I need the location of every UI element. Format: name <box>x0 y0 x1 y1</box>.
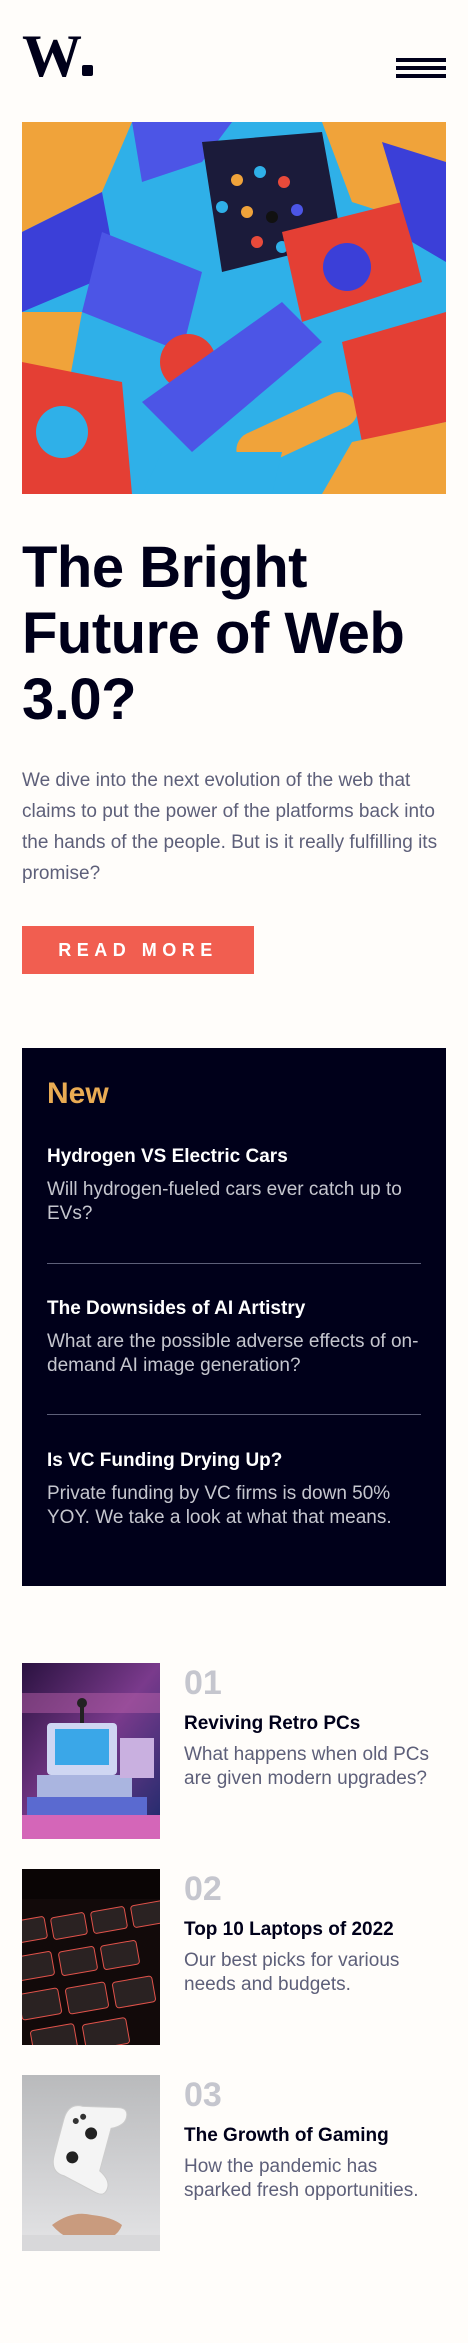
article-number: 02 <box>184 1870 222 1908</box>
hero-description: We dive into the next evolution of the w… <box>22 770 438 884</box>
article-body: 03 The Growth of Gaming How the pandemic… <box>184 2075 446 2203</box>
new-item: The Downsides of AI Artistry What are th… <box>47 1296 421 1378</box>
hero-image <box>22 122 446 494</box>
site-header: W <box>22 26 446 86</box>
read-more-button[interactable]: READ MORE <box>22 926 254 974</box>
article-text: What happens when old PCs are given mode… <box>184 1744 430 1789</box>
article-card: 01 Reviving Retro PCs What happens when … <box>22 1663 446 1839</box>
new-item-text: Will hydrogen-fueled cars ever catch up … <box>47 1179 402 1224</box>
article-image[interactable] <box>22 1869 160 2045</box>
article-text: Our best picks for various needs and bud… <box>184 1950 400 1995</box>
article-title[interactable]: The Growth of Gaming <box>184 2123 446 2149</box>
logo-dot <box>82 65 93 76</box>
game-controller-image <box>22 2075 160 2251</box>
logo[interactable]: W <box>22 26 93 86</box>
new-item-title[interactable]: The Downsides of AI Artistry <box>47 1296 421 1322</box>
article-title[interactable]: Reviving Retro PCs <box>184 1711 446 1737</box>
new-item-title[interactable]: Is VC Funding Drying Up? <box>47 1448 421 1474</box>
menu-bar <box>396 58 446 62</box>
article-image[interactable] <box>22 2075 160 2251</box>
article-card: 03 The Growth of Gaming How the pandemic… <box>22 2075 446 2251</box>
menu-bar <box>396 74 446 78</box>
article-image[interactable] <box>22 1663 160 1839</box>
hero-title: The Bright Future of Web 3.0? <box>22 535 405 732</box>
retro-pc-image <box>22 1663 160 1839</box>
logo-text: W <box>22 23 82 89</box>
new-item: Hydrogen VS Electric Cars Will hydrogen-… <box>47 1144 421 1226</box>
new-articles-panel: New Hydrogen VS Electric Cars Will hydro… <box>22 1048 446 1586</box>
divider <box>47 1263 421 1264</box>
article-number: 01 <box>184 1664 222 1702</box>
article-body: 02 Top 10 Laptops of 2022 Our best picks… <box>184 1869 446 1997</box>
article-text: How the pandemic has sparked fresh oppor… <box>184 2156 419 2201</box>
laptop-keyboard-image <box>22 1869 160 2045</box>
abstract-3d-blocks-image <box>22 122 446 494</box>
article-card: 02 Top 10 Laptops of 2022 Our best picks… <box>22 1869 446 2045</box>
divider <box>47 1414 421 1415</box>
new-item-title[interactable]: Hydrogen VS Electric Cars <box>47 1144 421 1170</box>
article-body: 01 Reviving Retro PCs What happens when … <box>184 1663 446 1791</box>
article-title[interactable]: Top 10 Laptops of 2022 <box>184 1917 446 1943</box>
new-item-text: What are the possible adverse effects of… <box>47 1331 419 1376</box>
new-heading: New <box>47 1077 109 1110</box>
menu-bar <box>396 66 446 70</box>
article-number: 03 <box>184 2076 222 2114</box>
hamburger-menu-icon[interactable] <box>396 58 446 80</box>
new-item-text: Private funding by VC firms is down 50% … <box>47 1483 392 1528</box>
new-item: Is VC Funding Drying Up? Private funding… <box>47 1448 421 1530</box>
